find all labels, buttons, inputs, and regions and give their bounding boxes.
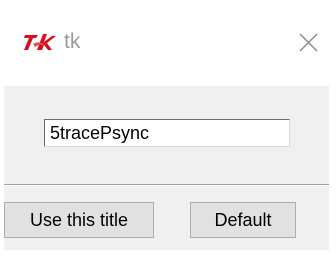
dialog-client-area: Use this title Default	[4, 86, 329, 250]
dialog-window: tk Use this title Default	[0, 0, 336, 256]
window-title: tk	[64, 30, 81, 53]
close-icon	[299, 33, 318, 52]
close-button[interactable]	[290, 22, 330, 62]
separator	[4, 184, 329, 186]
title-entry[interactable]	[44, 119, 290, 147]
window-bottom-edge	[0, 250, 336, 256]
default-button[interactable]: Default	[190, 202, 296, 238]
tk-feather-icon	[22, 30, 62, 54]
title-bar[interactable]: tk	[0, 0, 336, 86]
use-this-title-button[interactable]: Use this title	[4, 202, 154, 238]
